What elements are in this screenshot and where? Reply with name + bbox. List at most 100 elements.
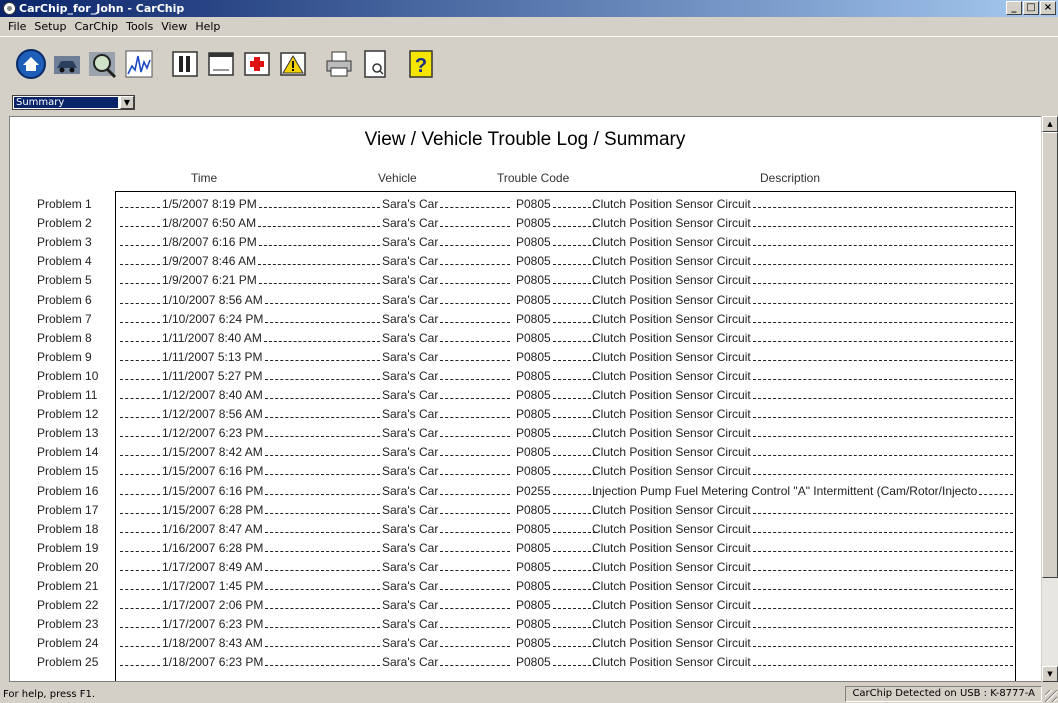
row-trouble-code: P0805 [516, 216, 551, 231]
row-time: 1/11/2007 8:40 AM [162, 330, 262, 345]
row-label: Problem 5 [37, 273, 92, 288]
chevron-down-icon[interactable]: ▼ [120, 96, 134, 109]
table-row: Problem 8 1/11/2007 8:40 AM Sara's Car P080… [10, 329, 1050, 348]
row-label: Problem 16 [37, 483, 99, 498]
row-description: Clutch Position Sensor Circuit [592, 464, 751, 479]
row-description: Clutch Position Sensor Circuit [592, 579, 751, 593]
table-row: Problem 10 1/11/2007 5:27 PM Sara's Car P08… [10, 367, 1050, 386]
table-row: Problem 17 1/15/2007 6:28 PM Sara's Car P08… [10, 501, 1050, 520]
row-label: Problem 21 [37, 579, 99, 593]
report-panel: View / Vehicle Trouble Log / Summary Tim… [9, 116, 1058, 682]
menu-help[interactable]: Help [191, 20, 224, 33]
view-select-value: Summary [14, 97, 118, 108]
report-icon[interactable] [168, 47, 202, 81]
row-description: Clutch Position Sensor Circuit [592, 254, 751, 269]
row-label: Problem 1 [37, 197, 92, 211]
medical-icon[interactable] [240, 47, 274, 81]
row-trouble-code: P0805 [516, 368, 551, 383]
table-row: Problem 5 1/9/2007 6:21 PM Sara's Car P0805… [10, 271, 1050, 290]
menu-file[interactable]: File [4, 20, 30, 33]
maximize-button[interactable]: □ [1023, 1, 1039, 15]
menu-carchip[interactable]: CarChip [70, 20, 122, 33]
resize-grip-icon[interactable] [1045, 690, 1057, 702]
table-row: Problem 11 1/12/2007 8:40 AM Sara's Car P08… [10, 386, 1050, 405]
table-row: Problem 21 1/17/2007 1:45 PM Sara's Car P08… [10, 577, 1050, 596]
row-description: Clutch Position Sensor Circuit [592, 540, 751, 555]
row-vehicle: Sara's Car [382, 368, 439, 383]
row-trouble-code: P0805 [516, 426, 551, 441]
row-description: Injection Pump Fuel Metering Control "A"… [592, 483, 978, 498]
row-time: 1/16/2007 6:28 PM [162, 540, 264, 555]
status-device-text: CarChip Detected on USB : K-8777-A [845, 686, 1042, 702]
row-description: Clutch Position Sensor Circuit [592, 388, 751, 402]
vertical-scrollbar[interactable]: ▲ ▼ [1041, 116, 1058, 682]
row-vehicle: Sara's Car [382, 655, 439, 670]
table-row: Problem 14 1/15/2007 8:42 AM Sara's Car P08… [10, 443, 1050, 462]
row-time: 1/12/2007 8:40 AM [162, 388, 263, 402]
row-label: Problem 9 [37, 349, 92, 364]
row-trouble-code: P0805 [516, 540, 551, 555]
row-time: 1/18/2007 8:43 AM [162, 636, 263, 651]
row-label: Problem 11 [37, 388, 98, 402]
title-bar: CarChip_for_John - CarChip _ □ × [0, 0, 1058, 17]
magnify-icon[interactable] [86, 47, 120, 81]
preview-icon[interactable] [358, 47, 392, 81]
status-bar: For help, press F1. CarChip Detected on … [0, 685, 1058, 703]
table-row: Problem 18 1/16/2007 8:47 AM Sara's Car P08… [10, 520, 1050, 539]
row-description: Clutch Position Sensor Circuit [592, 349, 751, 364]
row-vehicle: Sara's Car [382, 311, 439, 326]
row-description: Clutch Position Sensor Circuit [592, 407, 751, 422]
scroll-up-icon[interactable]: ▲ [1042, 116, 1058, 132]
row-trouble-code: P0805 [516, 445, 551, 460]
table-row: Problem 19 1/16/2007 6:28 PM Sara's Car P08… [10, 539, 1050, 558]
row-description: Clutch Position Sensor Circuit [592, 502, 751, 517]
menu-setup[interactable]: Setup [30, 20, 70, 33]
table-row: Problem 15 1/15/2007 6:16 PM Sara's Car P08… [10, 462, 1050, 481]
row-description: Clutch Position Sensor Circuit [592, 598, 751, 613]
row-time: 1/16/2007 8:47 AM [162, 521, 263, 536]
row-time: 1/15/2007 6:16 PM [162, 464, 264, 479]
warning-icon[interactable] [276, 47, 310, 81]
vehicle-icon[interactable] [50, 47, 84, 81]
table-row: Problem 2 1/8/2007 6:50 AM Sara's Car P0805… [10, 214, 1050, 233]
row-description: Clutch Position Sensor Circuit [592, 617, 751, 632]
row-label: Problem 19 [37, 540, 99, 555]
row-trouble-code: P0805 [516, 521, 551, 536]
row-time: 1/5/2007 8:19 PM [162, 197, 257, 211]
row-trouble-code: P0805 [516, 464, 551, 479]
scroll-down-icon[interactable]: ▼ [1042, 666, 1058, 682]
row-time: 1/10/2007 8:56 AM [162, 292, 263, 307]
print-icon[interactable] [322, 47, 356, 81]
row-trouble-code: P0805 [516, 254, 551, 269]
menu-tools[interactable]: Tools [122, 20, 157, 33]
row-trouble-code: P0805 [516, 559, 551, 574]
table-row: Problem 22 1/17/2007 2:06 PM Sara's Car P08… [10, 596, 1050, 615]
row-vehicle: Sara's Car [382, 617, 439, 632]
row-vehicle: Sara's Car [382, 559, 439, 574]
home-icon[interactable] [14, 47, 48, 81]
row-trouble-code: P0805 [516, 292, 551, 307]
row-vehicle: Sara's Car [382, 445, 439, 460]
row-description: Clutch Position Sensor Circuit [592, 235, 751, 250]
table-row: Problem 23 1/17/2007 6:23 PM Sara's Car P08… [10, 615, 1050, 634]
row-trouble-code: P0255 [516, 483, 551, 498]
window-icon[interactable] [204, 47, 238, 81]
row-label: Problem 24 [37, 636, 99, 651]
table-row: Problem 4 1/9/2007 8:46 AM Sara's Car P0805… [10, 252, 1050, 271]
table-row: Problem 13 1/12/2007 6:23 PM Sara's Car P08… [10, 424, 1050, 443]
view-select[interactable]: Summary ▼ [12, 95, 135, 110]
scroll-thumb[interactable] [1042, 132, 1058, 578]
minimize-button[interactable]: _ [1006, 1, 1022, 15]
row-label: Problem 8 [37, 330, 92, 345]
row-time: 1/17/2007 2:06 PM [162, 598, 264, 613]
page-title: View / Vehicle Trouble Log / Summary [364, 129, 686, 150]
close-button[interactable]: × [1040, 1, 1056, 15]
menu-view[interactable]: View [157, 20, 191, 33]
row-label: Problem 22 [37, 598, 99, 613]
row-time: 1/17/2007 6:23 PM [162, 617, 264, 632]
help-icon[interactable]: ? [404, 47, 438, 81]
table-row: Problem 6 1/10/2007 8:56 AM Sara's Car P080… [10, 291, 1050, 310]
table-row: Problem 20 1/17/2007 8:49 AM Sara's Car P08… [10, 558, 1050, 577]
graph-icon[interactable] [122, 47, 156, 81]
row-time: 1/11/2007 5:13 PM [162, 349, 263, 364]
